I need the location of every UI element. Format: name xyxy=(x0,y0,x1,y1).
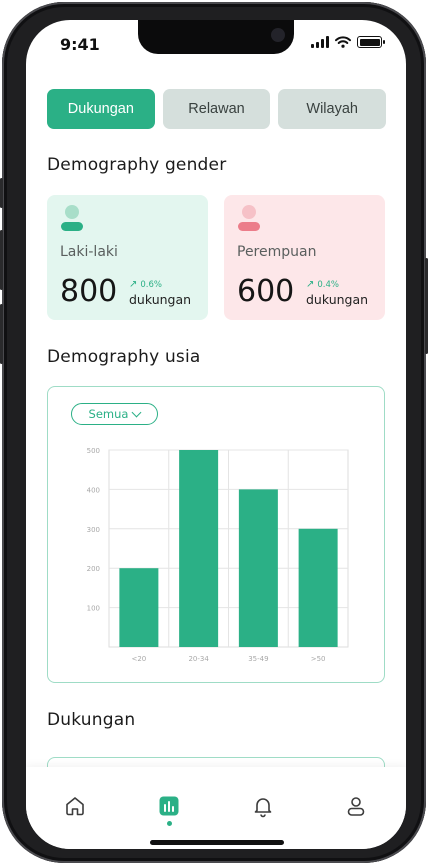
bell-icon xyxy=(254,798,272,818)
trend-up-icon: ↗ xyxy=(306,279,315,290)
age-filter-dropdown[interactable]: Semua xyxy=(71,403,158,425)
y-tick-label: 400 xyxy=(87,486,100,494)
male-growth-value: 0.6% xyxy=(140,279,162,290)
female-growth-value: 0.4% xyxy=(317,279,339,290)
male-growth: ↗ 0.6% xyxy=(129,279,162,290)
x-tick-label: 20-34 xyxy=(188,655,209,663)
bar xyxy=(298,528,338,647)
battery-icon xyxy=(357,36,385,48)
status-icons xyxy=(311,36,385,48)
bar xyxy=(238,489,278,647)
mute-switch xyxy=(0,178,3,208)
tab-relawan[interactable]: Relawan xyxy=(162,89,271,129)
trend-up-icon: ↗ xyxy=(129,279,138,290)
x-tick-label: >50 xyxy=(311,655,326,663)
dukungan-section-title: Dukungan xyxy=(47,710,136,730)
home-icon xyxy=(66,797,84,816)
phone-frame: 9:41 Dukungan Relawan Wilayah Demography… xyxy=(0,2,428,863)
y-tick-label: 100 xyxy=(87,605,100,613)
chart-icon xyxy=(159,796,179,816)
y-tick-label: 500 xyxy=(87,447,100,455)
user-icon xyxy=(347,797,365,816)
tab-bar: Dukungan Relawan Wilayah xyxy=(47,89,387,129)
home-indicator xyxy=(150,840,284,845)
x-tick-label: 35-49 xyxy=(248,655,268,663)
status-time: 9:41 xyxy=(60,35,100,54)
age-section-title: Demography usia xyxy=(47,347,201,367)
nav-notifications[interactable] xyxy=(249,792,277,820)
camera xyxy=(271,28,285,42)
female-card[interactable]: Perempuan 600 ↗ 0.4% dukungan xyxy=(224,195,385,320)
y-tick-label: 200 xyxy=(87,565,100,573)
male-unit: dukungan xyxy=(129,292,192,307)
tab-wilayah[interactable]: Wilayah xyxy=(278,89,387,129)
person-icon xyxy=(60,205,84,233)
chevron-down-icon xyxy=(132,407,142,417)
age-filter-value: Semua xyxy=(88,407,129,421)
tab-dukungan[interactable]: Dukungan xyxy=(47,89,155,129)
wifi-icon xyxy=(335,36,351,48)
bar xyxy=(119,568,159,647)
volume-down-button xyxy=(0,304,3,364)
male-label: Laki-laki xyxy=(60,244,118,260)
bottom-nav xyxy=(26,767,406,849)
female-label: Perempuan xyxy=(237,244,317,260)
male-card[interactable]: Laki-laki 800 ↗ 0.6% dukungan xyxy=(47,195,208,320)
female-value: 600 xyxy=(237,274,295,309)
signal-icon xyxy=(311,36,329,48)
female-growth: ↗ 0.4% xyxy=(306,279,339,290)
y-tick-label: 300 xyxy=(87,526,100,534)
notch xyxy=(138,20,294,54)
active-indicator xyxy=(167,821,172,826)
person-icon xyxy=(237,205,261,233)
nav-chart[interactable] xyxy=(155,792,183,820)
gender-section-title: Demography gender xyxy=(47,155,227,175)
volume-up-button xyxy=(0,230,3,290)
x-tick-label: <20 xyxy=(131,655,146,663)
app-screen: 9:41 Dukungan Relawan Wilayah Demography… xyxy=(26,20,406,849)
male-value: 800 xyxy=(60,274,118,309)
bar xyxy=(179,450,219,647)
nav-home[interactable] xyxy=(61,792,89,820)
age-chart-card: 100 200 300 400 500 <20 20-34 35-49 >50 Semua xyxy=(47,386,385,683)
nav-profile[interactable] xyxy=(342,792,370,820)
female-unit: dukungan xyxy=(306,292,369,307)
age-bar-chart: 100 200 300 400 500 <20 20-34 35-49 >50 xyxy=(87,447,349,663)
